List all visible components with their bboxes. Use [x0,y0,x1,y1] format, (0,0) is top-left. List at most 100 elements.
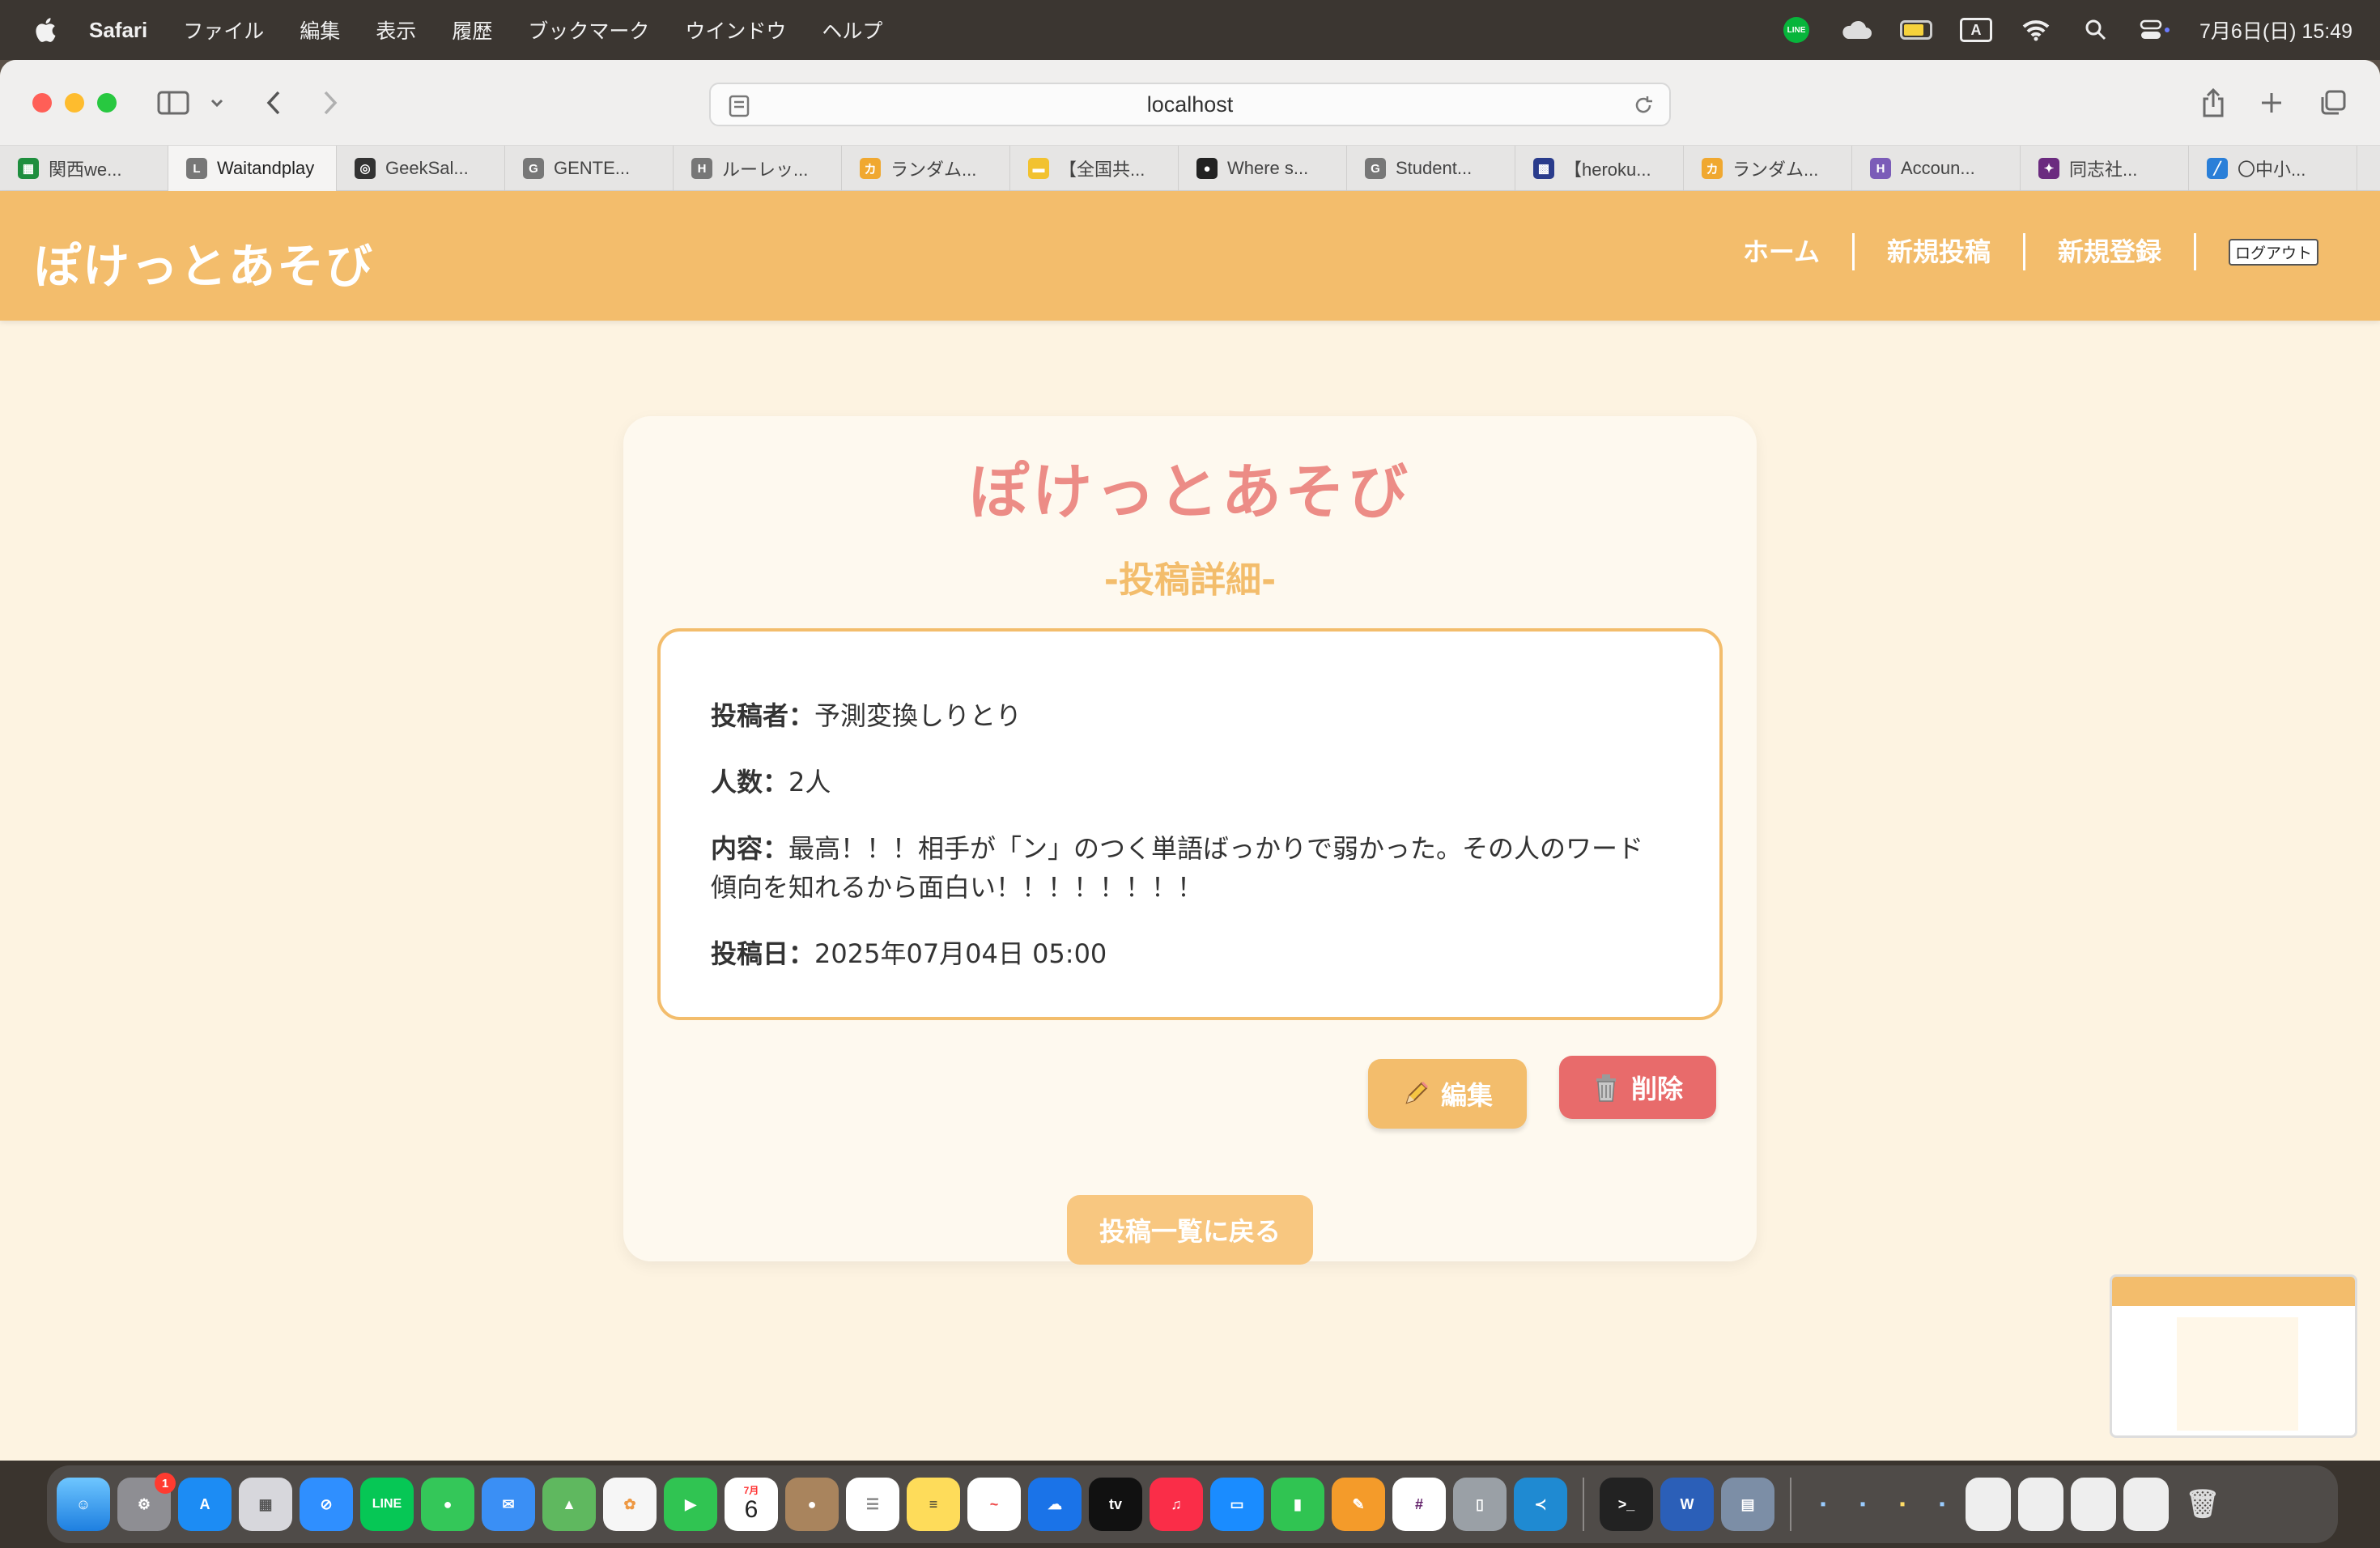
terminal-icon[interactable]: >_ [1600,1478,1653,1531]
browser-tab[interactable]: G GENTE... [505,146,674,191]
nav-new-post-link[interactable]: 新規投稿 [1855,233,2025,270]
photos-icon[interactable]: ✿ [603,1478,657,1531]
browser-tab[interactable]: L Waitandplay [168,146,337,191]
menubar-clock[interactable]: 7月6日(日) 15:49 [2199,15,2352,45]
menu-view[interactable]: 表示 [376,15,416,45]
launchpad-icon[interactable]: ▦ [239,1478,292,1531]
contacts-icon[interactable]: ● [785,1478,839,1531]
pages-icon[interactable]: ✎ [1332,1478,1385,1531]
date-label: 投稿日： [711,938,815,969]
line-status-icon[interactable]: LINE [1780,16,1813,44]
safari-stack-icon[interactable]: ▪ [1926,1478,1958,1531]
spotlight-search-icon[interactable] [2080,16,2112,44]
safari-icon[interactable]: ⊘ [300,1478,353,1531]
browser-tab[interactable]: ✦ 同志社... [2021,146,2189,191]
keynote-icon[interactable]: ▭ [1210,1478,1264,1531]
menu-window[interactable]: ウインドウ [685,15,786,45]
slack-icon[interactable]: # [1392,1478,1446,1531]
zoom-window-button[interactable] [97,92,117,113]
control-center-icon[interactable] [2140,16,2172,44]
chevron-down-icon[interactable] [207,84,227,121]
window-thumbnail-2[interactable] [2018,1478,2063,1531]
screenshot-thumbnail[interactable] [2110,1274,2357,1438]
sidebar-toggle-icon[interactable] [155,84,191,121]
window-thumbnail-3[interactable] [2071,1478,2116,1531]
edit-button[interactable]: 編集 [1368,1059,1527,1129]
downloads-stack-icon[interactable]: ▪ [1807,1478,1839,1531]
browser-tab[interactable]: H Accoun... [1852,146,2021,191]
app-menu-safari[interactable]: Safari [89,18,147,43]
finder-icon[interactable]: ☺ [57,1478,110,1531]
trash-bin-icon[interactable]: 🗑 [2176,1478,2229,1531]
heroku-icon: ▩ [1533,158,1554,179]
messages-icon[interactable]: ● [421,1478,474,1531]
app-store-icon[interactable]: A [178,1478,232,1531]
page-menu-icon[interactable] [729,95,750,117]
browser-tab[interactable]: ◎ GeekSal... [337,146,505,191]
site-logo[interactable]: ぽけっとあそび [34,228,374,296]
katakana-ka-icon: カ [1702,158,1723,179]
onedrive-icon[interactable]: ☁ [1028,1478,1082,1531]
finder-stack-icon[interactable]: ▪ [1847,1478,1879,1531]
dock: ☺ ⚙ 1 A ▦ ⊘ LINE ● ✉ ▲ ✿ ▶ 7月 6 ● ☰ ≡ ~ ☁ … [47,1465,2338,1543]
menu-file[interactable]: ファイル [183,15,264,45]
calendar-icon[interactable]: 7月 6 [725,1478,778,1531]
share-icon[interactable] [2197,84,2229,121]
wifi-icon[interactable] [2020,16,2052,44]
browser-tab[interactable]: ╱ 〇中小... [2189,146,2357,191]
browser-tab[interactable]: G Student... [1347,146,1515,191]
notes-stack-icon[interactable]: ▪ [1886,1478,1919,1531]
maps-icon[interactable]: ▲ [542,1478,596,1531]
window-thumbnail-4[interactable] [2123,1478,2169,1531]
facetime-icon[interactable]: ▶ [664,1478,717,1531]
letter-g-icon: G [523,158,544,179]
battery-icon[interactable] [1900,16,1933,44]
system-settings-icon[interactable]: ⚙ 1 [117,1473,176,1531]
browser-tab[interactable]: カランダム... [1684,146,1852,191]
cloud-icon[interactable] [1840,16,1872,44]
back-button[interactable] [259,84,288,121]
browser-tab[interactable]: ▬ 【全国共... [1010,146,1179,191]
delete-button[interactable]: 削除 [1559,1056,1716,1119]
heroku-h-icon: H [1870,158,1891,179]
apple-icon[interactable] [32,15,62,45]
line-app-icon[interactable]: LINE [360,1478,414,1531]
reload-icon[interactable] [1632,94,1655,117]
window-thumbnail-1[interactable] [1966,1478,2011,1531]
reminders-icon[interactable]: ☰ [846,1478,899,1531]
numbers-icon[interactable]: ▮ [1271,1478,1324,1531]
iphone-mirroring-icon[interactable]: ▯ [1453,1478,1507,1531]
music-icon[interactable]: ♫ [1150,1478,1203,1531]
logout-button[interactable]: ログアウト [2228,238,2318,266]
back-to-list-button[interactable]: 投稿一覧に戻る [1067,1195,1313,1265]
browser-tab[interactable]: ▦ 関西we... [0,146,168,191]
notes-icon[interactable]: ≡ [907,1478,960,1531]
new-tab-icon[interactable] [2255,84,2288,121]
vscode-icon[interactable]: ≺ [1514,1478,1567,1531]
input-source-icon[interactable]: A [1960,16,1993,44]
katakana-ka-icon: カ [860,158,881,179]
browser-tab[interactable]: ▩ 【heroku... [1515,146,1684,191]
browser-tab[interactable]: H ルーレッ... [674,146,842,191]
menu-history[interactable]: 履歴 [452,15,492,45]
word-icon[interactable]: W [1660,1478,1714,1531]
apple-tv-icon[interactable]: tv [1089,1478,1142,1531]
menu-edit[interactable]: 編集 [300,15,340,45]
browser-tab[interactable]: カランダム... [842,146,1010,191]
address-bar[interactable]: localhost [709,83,1671,126]
content-label: 内容： [711,833,789,864]
browser-tab[interactable]: ● Where s... [1179,146,1347,191]
menu-help[interactable]: ヘルプ [822,15,882,45]
url-text[interactable]: localhost [1147,92,1234,117]
preview-icon[interactable]: ▤ [1721,1478,1774,1531]
close-window-button[interactable] [32,92,52,113]
forward-button[interactable] [316,84,345,121]
mail-icon[interactable]: ✉ [482,1478,535,1531]
freeform-icon[interactable]: ~ [967,1478,1021,1531]
menu-bookmarks[interactable]: ブックマーク [528,15,649,45]
nav-home-link[interactable]: ホーム [1711,233,1855,270]
site-nav: ホーム 新規投稿 新規登録 ログアウト [1711,233,2318,270]
nav-signup-link[interactable]: 新規登録 [2025,233,2196,270]
minimize-window-button[interactable] [65,92,84,113]
tab-overview-icon[interactable] [2317,84,2349,121]
